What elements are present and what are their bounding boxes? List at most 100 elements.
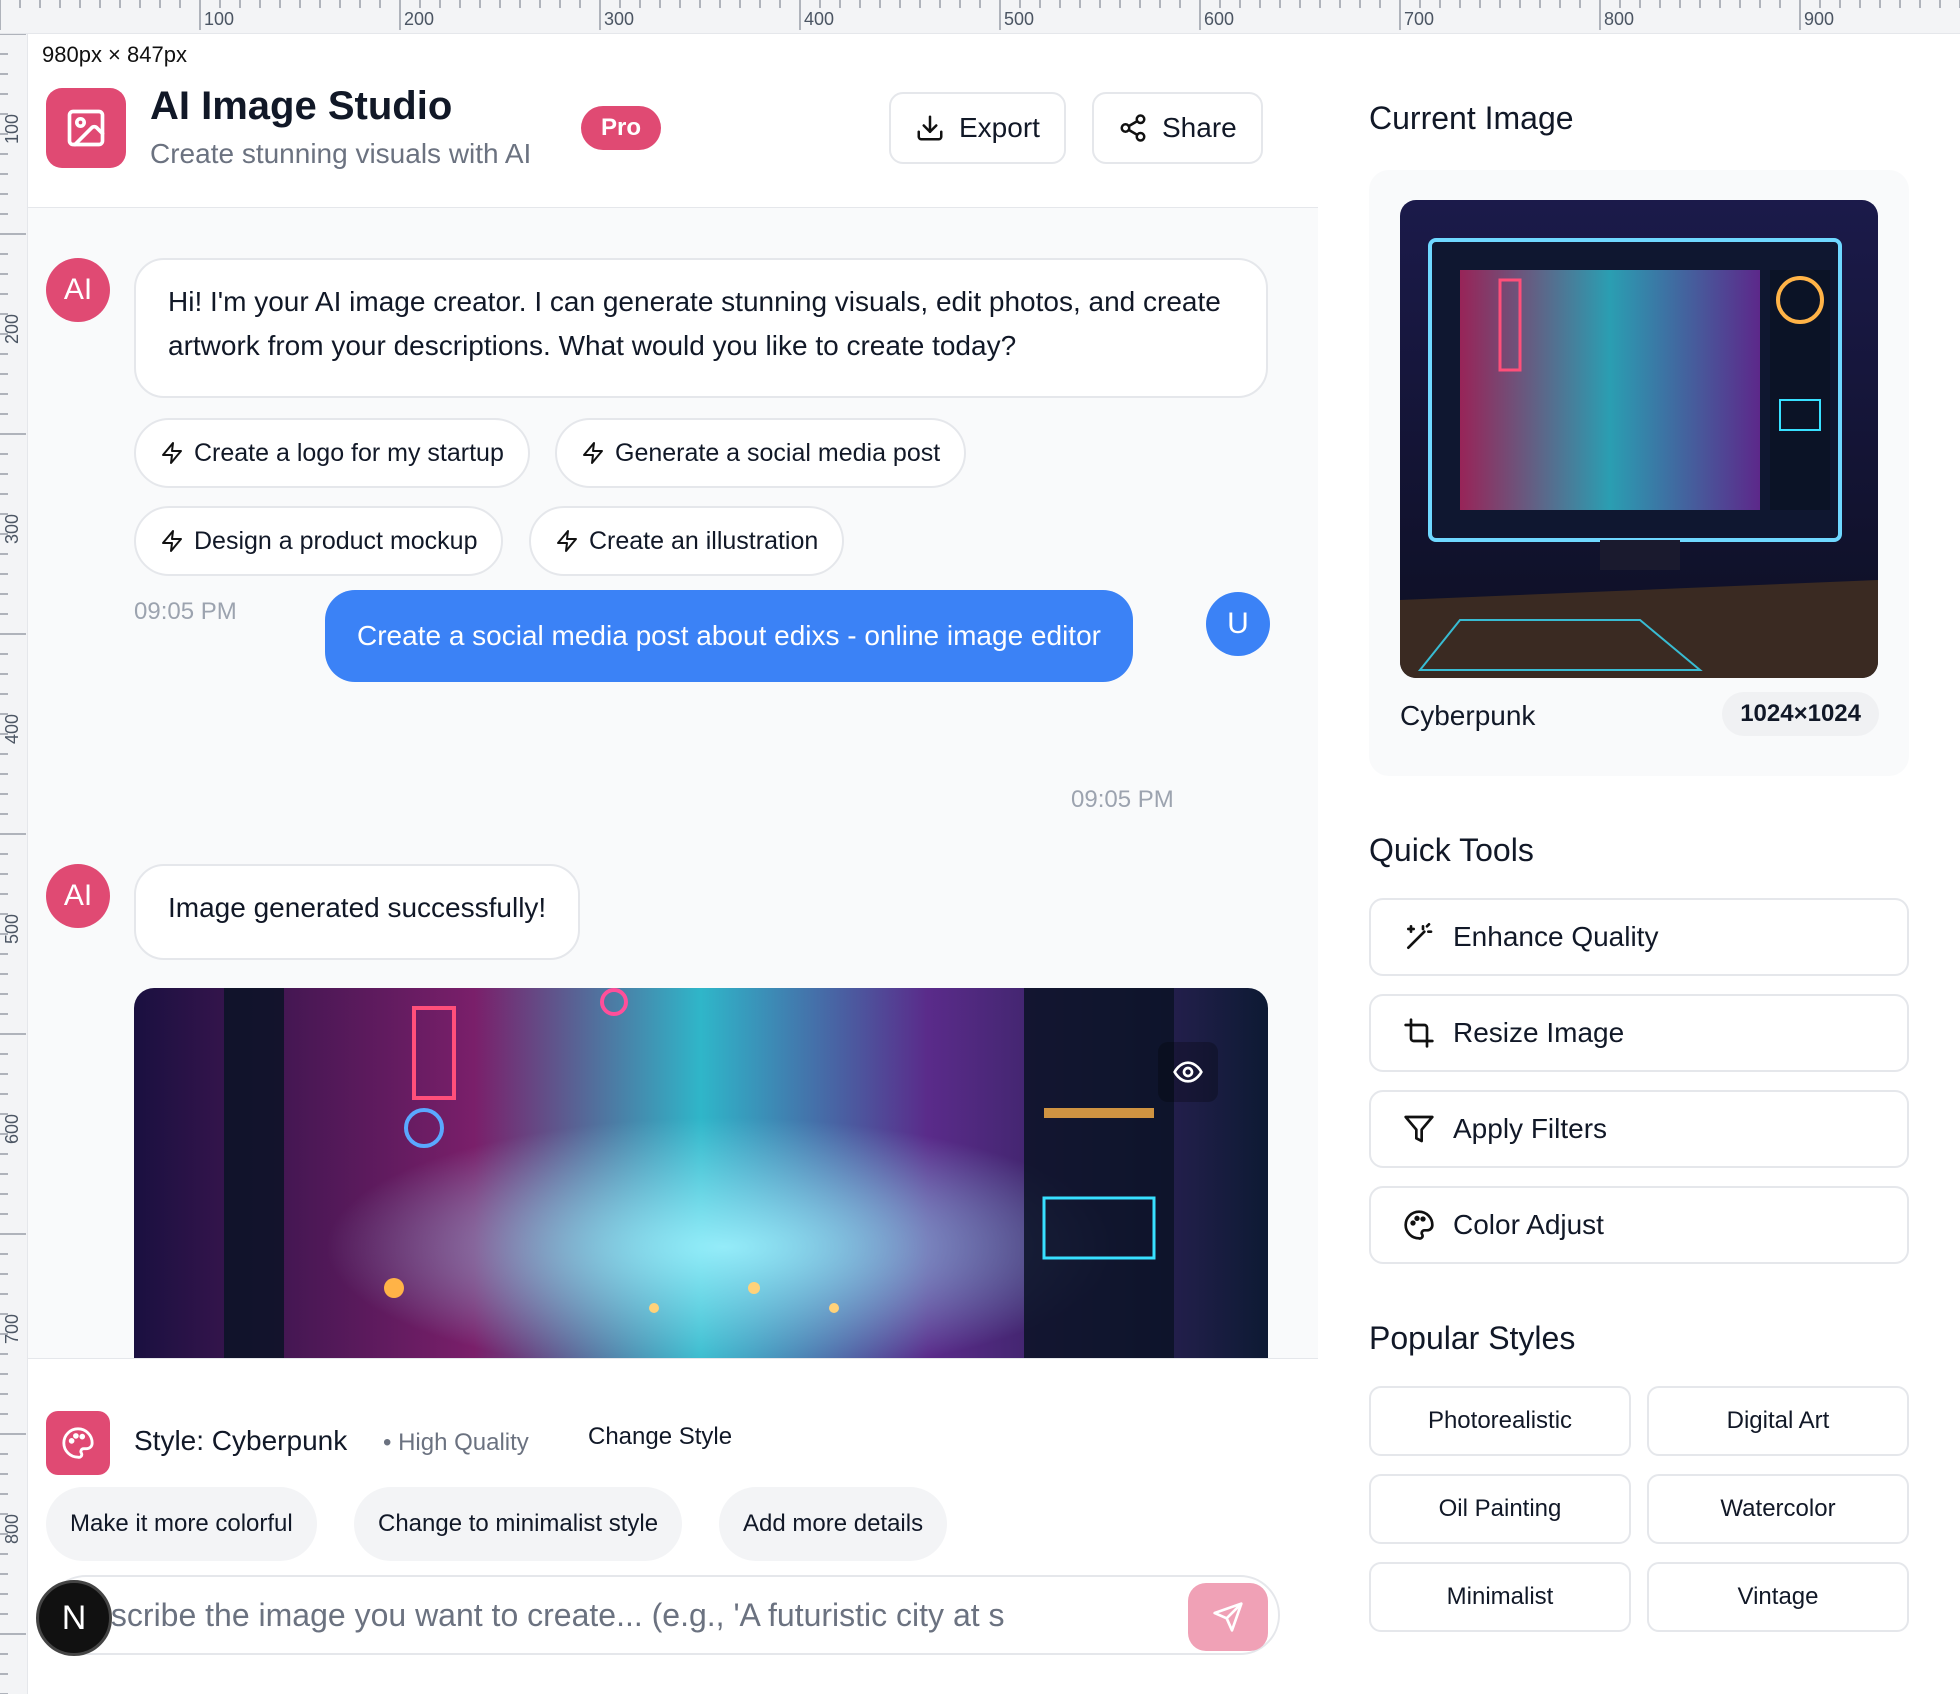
ruler-label: 500 (1004, 9, 1035, 29)
ruler-ticks-v (0, 34, 26, 1694)
style-option[interactable]: Oil Painting (1369, 1474, 1631, 1544)
composer: Style: Cyberpunk • High Quality Change S… (28, 1358, 1318, 1694)
share-icon (1120, 114, 1146, 142)
quick-tools-heading: Quick Tools (1369, 832, 1534, 868)
suggestion-chip[interactable]: Generate a social media post (555, 418, 967, 488)
lightning-icon (162, 442, 182, 464)
pro-badge: Pro (581, 106, 662, 150)
message-timestamp: 09:05 PM (134, 598, 237, 625)
download-icon (917, 115, 943, 141)
ruler-label: 800 (2, 1513, 22, 1544)
crop-icon (1404, 1018, 1434, 1048)
magic-wand-icon (1407, 923, 1433, 949)
ai-avatar: AI (46, 258, 110, 322)
chat-area[interactable]: AI Hi! I'm your AI image creator. I can … (28, 208, 1318, 1358)
ruler-label: 300 (604, 9, 635, 29)
style-indicator (46, 1411, 110, 1475)
cyberpunk-artwork (134, 988, 1268, 1358)
app-header: AI Image Studio Create stunning visuals … (28, 48, 1318, 208)
ruler-top: 100 200 300 400 500 600 700 800 900 (0, 0, 1960, 34)
send-button[interactable] (1188, 1583, 1268, 1651)
style-option[interactable]: Watercolor (1647, 1474, 1909, 1544)
current-image-name: Cyberpunk (1400, 700, 1536, 731)
ruler-left: 100 200 300 400 500 600 700 800 (0, 34, 28, 1694)
ai-avatar: AI (46, 864, 110, 928)
ruler-label: 900 (1804, 9, 1835, 29)
message-timestamp: 09:05 PM (1071, 786, 1174, 813)
ruler-label: 600 (1204, 9, 1235, 29)
style-option[interactable]: Digital Art (1647, 1386, 1909, 1456)
filter-icon (1404, 1115, 1434, 1143)
current-image-card: Cyberpunk 1024×1024 (1369, 170, 1909, 776)
style-option[interactable]: Vintage (1647, 1562, 1909, 1632)
enhance-quality-button[interactable]: Enhance Quality (1369, 898, 1909, 976)
ruler-ticks-h (0, 0, 1960, 30)
ruler-label: 600 (2, 1113, 22, 1144)
palette-icon (1404, 1210, 1434, 1240)
palette-icon (62, 1427, 94, 1459)
ruler-label: 300 (2, 513, 22, 544)
user-avatar: U (1206, 592, 1270, 656)
prompt-box (46, 1575, 1280, 1655)
image-icon (67, 109, 105, 147)
tool-label: Color Adjust (1453, 1209, 1604, 1240)
suggestion-label: Generate a social media post (615, 438, 941, 467)
apply-filters-button[interactable]: Apply Filters (1369, 1090, 1909, 1168)
ruler-label: 100 (204, 9, 235, 29)
prompt-input[interactable] (70, 1577, 1160, 1653)
eye-icon (1173, 1061, 1203, 1083)
generated-image[interactable] (134, 988, 1268, 1358)
right-sidebar: Current Image Cyberpunk 1024×1024 Quick … (1319, 48, 1960, 1694)
suggestion-chip[interactable]: Design a product mockup (134, 506, 504, 576)
ruler-label: 200 (2, 313, 22, 344)
main-panel: AI Image Studio Create stunning visuals … (28, 48, 1318, 1694)
user-message: Create a social media post about edixs -… (325, 590, 1133, 682)
current-image-heading: Current Image (1369, 100, 1574, 136)
send-icon (1213, 1602, 1243, 1632)
ruler-label: 200 (404, 9, 435, 29)
style-option[interactable]: Minimalist (1369, 1562, 1631, 1632)
ai-result-message: Image generated successfully! (134, 864, 581, 960)
lightning-icon (557, 530, 577, 552)
lightning-icon (583, 442, 603, 464)
ai-greeting-message: Hi! I'm your AI image creator. I can gen… (134, 258, 1268, 398)
quick-prompt-chip[interactable]: Change to minimalist style (354, 1487, 683, 1561)
suggestion-chip[interactable]: Create a logo for my startup (134, 418, 530, 488)
ruler-label: 400 (804, 9, 835, 29)
ruler-label: 100 (2, 113, 22, 144)
ruler-label: 500 (2, 913, 22, 944)
suggestion-label: Design a product mockup (194, 526, 478, 555)
share-button[interactable]: Share (1092, 92, 1263, 164)
resize-image-button[interactable]: Resize Image (1369, 994, 1909, 1072)
suggestion-label: Create an illustration (589, 526, 819, 555)
style-option[interactable]: Photorealistic (1369, 1386, 1631, 1456)
export-label: Export (959, 112, 1040, 143)
current-style-label: Style: Cyberpunk (134, 1425, 348, 1456)
floating-n-button[interactable]: N (36, 1580, 112, 1656)
app-title: AI Image Studio (150, 84, 453, 128)
cyberpunk-monitor-artwork (1400, 200, 1878, 678)
suggestion-chip[interactable]: Create an illustration (529, 506, 845, 576)
ruler-label: 700 (2, 1313, 22, 1344)
quick-prompt-chip[interactable]: Make it more colorful (46, 1487, 317, 1561)
quick-prompt-chip[interactable]: Add more details (719, 1487, 948, 1561)
tool-label: Apply Filters (1453, 1113, 1608, 1144)
lightning-icon (162, 530, 182, 552)
tool-label: Resize Image (1453, 1017, 1625, 1048)
current-image-thumbnail[interactable] (1400, 200, 1878, 678)
color-adjust-button[interactable]: Color Adjust (1369, 1186, 1909, 1264)
current-image-resolution: 1024×1024 (1722, 692, 1879, 736)
ruler-label: 400 (2, 713, 22, 744)
tool-label: Enhance Quality (1453, 921, 1659, 952)
export-button[interactable]: Export (889, 92, 1066, 164)
app-logo (46, 88, 126, 168)
change-style-button[interactable]: Change Style (588, 1423, 732, 1451)
ruler-label: 700 (1404, 9, 1435, 29)
view-image-button[interactable] (1158, 1042, 1218, 1102)
viewport-size-label: 980px × 847px (40, 42, 189, 68)
suggestion-label: Create a logo for my startup (194, 438, 504, 467)
app-subtitle: Create stunning visuals with AI (150, 138, 532, 169)
popular-styles-heading: Popular Styles (1369, 1320, 1576, 1356)
share-label: Share (1162, 112, 1237, 143)
ruler-label: 800 (1604, 9, 1635, 29)
